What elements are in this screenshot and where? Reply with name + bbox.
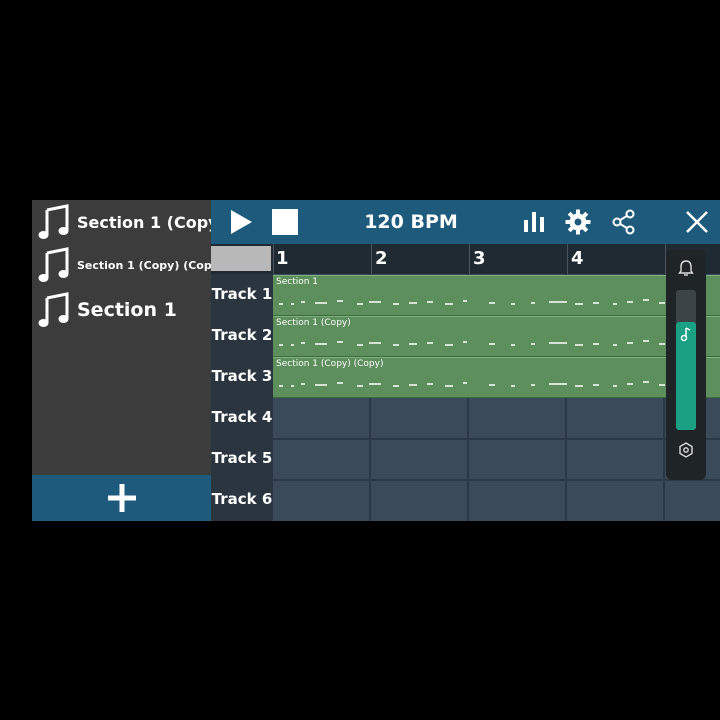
track-header-column: Track 1 Track 2 Track 3 Track 4 Track 5 … <box>211 274 273 521</box>
track-label[interactable]: Track 4 <box>211 397 273 438</box>
stop-button[interactable] <box>269 206 301 238</box>
music-note-icon <box>38 292 69 327</box>
add-section-button[interactable] <box>32 475 211 521</box>
bar-number: 3 <box>473 248 486 269</box>
section-item[interactable]: Section 1 (Copy) <box>32 202 226 242</box>
bar-number: 2 <box>375 248 388 269</box>
section-list: Section 1 (Copy) Section 1 (Copy) (Copy) <box>32 200 226 475</box>
section-item[interactable]: Section 1 <box>32 290 211 330</box>
music-note-icon <box>38 247 69 282</box>
timeline-ruler[interactable]: 1 2 3 4 <box>273 244 720 274</box>
clip-note-pattern <box>279 299 665 305</box>
track-label[interactable]: Track 3 <box>211 356 273 397</box>
bar-tick <box>371 244 372 274</box>
track-label[interactable]: Track 2 <box>211 315 273 356</box>
clip-note-pattern <box>279 381 665 387</box>
stop-icon <box>272 209 298 235</box>
music-note-icon <box>680 327 691 342</box>
settings-button[interactable] <box>562 206 594 238</box>
app-window: Section 1 (Copy) Section 1 (Copy) (Copy) <box>32 200 720 521</box>
gear-icon <box>565 209 591 235</box>
bar-number: 4 <box>571 248 584 269</box>
section-item[interactable]: Section 1 (Copy) (Copy) <box>32 245 224 285</box>
side-control-panel <box>666 250 706 480</box>
section-clip[interactable]: Section 1 (Copy) <box>273 316 720 357</box>
notification-button[interactable] <box>670 252 702 284</box>
settings-hex-icon <box>679 442 693 458</box>
track-label[interactable]: Track 1 <box>211 274 273 315</box>
bpm-display[interactable]: 120 BPM <box>341 200 481 244</box>
arrangement-area: 120 BPM 1 2 3 4 Track 1 Track 2 Track 3 … <box>211 200 720 521</box>
panel-settings-button[interactable] <box>670 434 702 466</box>
bar-tick <box>273 244 274 274</box>
section-sidebar: Section 1 (Copy) Section 1 (Copy) (Copy) <box>32 200 226 521</box>
mixer-button[interactable] <box>518 206 550 238</box>
track-label[interactable]: Track 5 <box>211 438 273 479</box>
toolbar: 120 BPM <box>211 200 720 244</box>
clip-title: Section 1 (Copy) <box>276 318 351 328</box>
close-button[interactable] <box>681 206 713 238</box>
bar-number: 1 <box>276 248 289 269</box>
note-mode-button[interactable] <box>670 318 702 350</box>
plus-icon <box>107 484 136 512</box>
share-icon <box>612 209 635 235</box>
ruler-corner <box>211 244 273 274</box>
arrangement-grid[interactable]: Section 1 Section 1 (Copy) Section 1 (Co… <box>273 274 720 521</box>
ruler-corner-block[interactable] <box>211 246 271 271</box>
bell-icon <box>678 260 694 276</box>
bar-tick <box>469 244 470 274</box>
section-clip[interactable]: Section 1 <box>273 275 720 316</box>
grid-line <box>273 479 720 481</box>
share-button[interactable] <box>608 206 640 238</box>
section-label: Section 1 (Copy) <box>77 212 226 232</box>
grid-line <box>273 438 720 440</box>
play-icon <box>231 210 252 234</box>
bar-tick <box>567 244 568 274</box>
clip-note-pattern <box>279 340 665 346</box>
clip-title: Section 1 <box>276 277 319 287</box>
section-clip[interactable]: Section 1 (Copy) (Copy) <box>273 357 720 398</box>
bar-chart-icon <box>524 212 544 232</box>
play-button[interactable] <box>225 206 257 238</box>
close-icon <box>686 211 708 233</box>
section-label: Section 1 (Copy) (Copy) <box>77 258 224 272</box>
clip-title: Section 1 (Copy) (Copy) <box>276 359 384 369</box>
music-note-icon <box>38 204 69 239</box>
track-label[interactable]: Track 6 <box>211 479 273 520</box>
section-label: Section 1 <box>77 299 177 321</box>
